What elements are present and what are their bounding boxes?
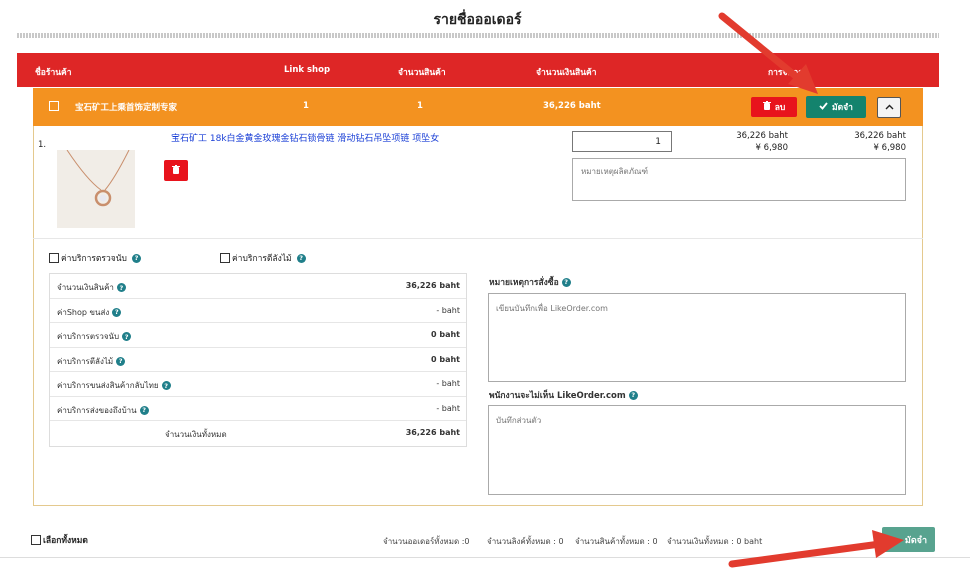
summary-value: 0 baht [431,330,460,339]
summary-label: ค่าShop ขนส่ง [57,307,110,317]
item-index: 1. [38,140,47,150]
section-divider [33,238,923,239]
product-title-link[interactable]: 宝石矿工 18k白金黄金玫瑰金钻石锁骨链 滑动钻石吊坠项链 项坠女 [171,131,551,144]
summary-value: 36,226 baht [405,281,460,290]
header-link-shop: Link shop [284,65,331,75]
private-note-heading: พนักงานจะไม่เห็น LikeOrder.com ? [489,388,638,402]
summary-value: - baht [436,305,460,315]
help-icon[interactable]: ? [122,332,132,341]
table-row: ค่าบริการตรวจนับ? 0 baht [50,323,466,348]
inspection-service-option[interactable]: ค่าบริการตรวจนับ ? [49,251,141,265]
table-row: จำนวนเงินสินค้า? 36,226 baht [50,274,466,299]
total-label: จำนวนเงินทั้งหมด [165,430,227,439]
collect-deposit-button[interactable]: มัดจำ [806,96,866,118]
help-icon[interactable]: ? [139,405,149,415]
total-orders-stat: จำนวนออเดอร์ทั้งหมด :0 [383,537,470,546]
inspection-checkbox[interactable] [49,253,59,263]
summary-label: ค่าบริการตีลังไม้ [57,356,114,366]
summary-value: 0 baht [431,354,460,364]
header-shop-name: ชื่อร้านค้า [35,68,72,78]
table-header: ชื่อร้านค้า Link shop จำนวนสินค้า จำนวนเ… [17,53,939,87]
help-icon[interactable]: ? [116,356,126,366]
total-items-stat: จำนวนสินค้าทั้งหมด : 0 [575,537,658,546]
chevron-up-icon [885,102,894,113]
header-amount: จำนวนเงินสินค้า [536,68,597,78]
delete-label: ลบ [774,103,786,113]
help-icon[interactable]: ? [561,277,571,287]
necklace-image [57,149,135,228]
table-row: ค่าบริการขนส่งสินค้ากลับไทย? - baht [50,372,466,397]
footer-divider [0,557,970,558]
private-note-label: พนักงานจะไม่เห็น LikeOrder.com [489,391,626,401]
footer-collect-label: มัดจำ [904,535,927,546]
summary-value: - baht [436,403,460,413]
select-all-checkbox[interactable] [31,535,41,545]
unit-price-baht: 36,226 baht [736,131,788,141]
unit-price-yuan: ¥ 6,980 [755,143,788,153]
table-row: ค่าบริการส่งของถึงบ้าน? - baht [50,397,466,421]
help-icon[interactable]: ? [628,390,638,400]
summary-total-row: จำนวนเงินทั้งหมด 36,226 baht [50,421,466,446]
crate-service-option[interactable]: ค่าบริการตีลังไม้ ? [220,251,306,265]
total-value: 36,226 baht [405,428,460,437]
private-note-input[interactable] [488,405,906,495]
title-divider [17,33,939,38]
header-quantity: จำนวนสินค้า [398,68,446,78]
total-price-baht: 36,226 baht [854,131,906,141]
trash-icon [172,164,180,177]
select-all-option[interactable]: เลือกทั้งหมด [31,533,88,547]
product-note-input[interactable] [572,158,906,201]
cost-summary-table: จำนวนเงินสินค้า? 36,226 baht ค่าShop ขนส… [49,273,467,447]
order-remark-label: หมายเหตุการสั่งซื้อ [489,278,559,288]
summary-label: ค่าบริการส่งของถึงบ้าน [57,405,137,415]
order-remark-heading: หมายเหตุการสั่งซื้อ ? [489,275,571,289]
check-icon [819,101,828,113]
select-all-label: เลือกทั้งหมด [43,536,88,546]
help-icon[interactable]: ? [296,253,306,263]
delete-shop-button[interactable]: ลบ [751,97,797,117]
shop-quantity: 1 [417,101,423,111]
page-title: รายชื่อออเดอร์ [433,12,522,28]
header-manage: การจัดการ [768,68,808,78]
summary-label: ค่าบริการตรวจนับ [57,332,120,341]
table-row: ค่าบริการตีลังไม้? 0 baht [50,348,466,372]
footer-bar [0,519,970,557]
summary-value: - baht [436,379,460,388]
order-remark-input[interactable] [488,293,906,382]
shop-name: 宝石矿工上乘首饰定制专家 [75,103,178,113]
product-image[interactable] [57,149,135,228]
trash-icon [762,101,771,113]
delete-item-button[interactable] [164,160,188,181]
inspection-label: ค่าบริการตรวจนับ [61,254,127,264]
crate-checkbox[interactable] [220,253,230,263]
footer-collect-button[interactable]: มัดจำ [882,527,935,552]
help-icon[interactable]: ? [131,253,141,263]
total-amount-stat: จำนวนเงินทั้งหมด : 0 baht [667,537,763,546]
shop-amount: 36,226 baht [543,101,601,111]
total-price-yuan: ¥ 6,980 [873,143,906,153]
crate-label: ค่าบริการตีลังไม้ [232,254,292,264]
help-icon[interactable]: ? [116,283,126,292]
collapse-toggle-button[interactable] [877,97,901,118]
shop-link-count: 1 [303,101,309,111]
help-icon[interactable]: ? [161,381,171,390]
summary-label: ค่าบริการขนส่งสินค้ากลับไทย [57,381,159,390]
help-icon[interactable]: ? [112,307,122,317]
collect-label: มัดจำ [832,103,853,113]
summary-label: จำนวนเงินสินค้า [57,283,114,292]
shop-checkbox[interactable] [49,101,59,111]
table-row: ค่าShop ขนส่ง? - baht [50,299,466,323]
quantity-input[interactable] [572,131,672,152]
total-links-stat: จำนวนลิงค์ทั้งหมด : 0 [487,537,564,546]
